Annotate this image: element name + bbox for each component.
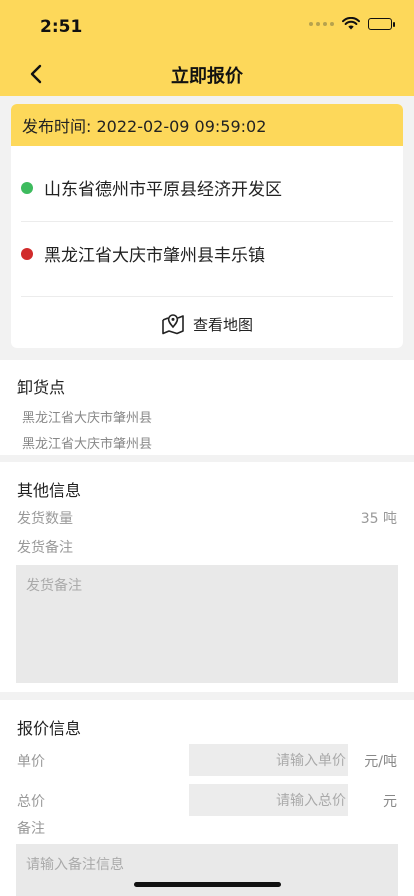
shipping-remark-textarea[interactable]: 发货备注 [16, 565, 398, 683]
quote-remark-textarea[interactable]: 请输入备注信息 [16, 844, 398, 896]
total-price-input[interactable]: 请输入总价 [189, 784, 348, 816]
quote-title: 报价信息 [17, 719, 82, 738]
unload-address: 黑龙江省大庆市肇州县 [22, 411, 153, 426]
unload-address: 黑龙江省大庆市肇州县 [22, 437, 153, 452]
destination-dot-icon [21, 247, 33, 260]
origin-address: 山东省德州市平原县经济开发区 [44, 180, 282, 200]
destination-address: 黑龙江省大庆市肇州县丰乐镇 [44, 246, 265, 266]
publish-time: 发布时间: 2022-02-09 09:59:02 [11, 104, 403, 146]
remark-label: 发货备注 [17, 540, 73, 556]
divider [21, 221, 393, 222]
unload-section: 卸货点 黑龙江省大庆市肇州县 黑龙江省大庆市肇州县 [0, 360, 414, 455]
other-info-section: 其他信息 发货数量 35 吨 发货备注 发货备注 [0, 462, 414, 692]
battery-icon [368, 17, 395, 30]
route-card: 发布时间: 2022-02-09 09:59:02 山东省德州市平原县经济开发区… [11, 104, 403, 348]
unit-price-unit: 元/吨 [364, 754, 397, 770]
unit-price-input[interactable]: 请输入单价 [189, 744, 348, 776]
quote-section: 报价信息 单价 请输入单价 元/吨 总价 请输入总价 元 备注 请输入备注信息 [0, 700, 414, 896]
view-map-label: 查看地图 [192, 315, 253, 334]
view-map-button[interactable]: 查看地图 [11, 304, 403, 344]
origin-dot-icon [21, 181, 33, 194]
quantity-label: 发货数量 [17, 511, 73, 527]
divider [21, 296, 393, 297]
signal-icon [309, 21, 334, 26]
destination-row: 黑龙江省大庆市肇州县丰乐镇 [21, 241, 265, 266]
total-price-label: 总价 [17, 794, 45, 810]
wifi-icon [342, 17, 360, 30]
status-time: 2:51 [40, 17, 83, 37]
page-title: 立即报价 [171, 66, 243, 87]
quantity-value: 35 吨 [360, 511, 397, 527]
total-price-unit: 元 [383, 794, 397, 810]
quote-remark-label: 备注 [17, 821, 45, 837]
unload-title: 卸货点 [17, 378, 66, 397]
origin-row: 山东省德州市平原县经济开发区 [21, 175, 282, 200]
home-indicator [134, 882, 281, 887]
status-icons [309, 17, 395, 30]
map-pin-icon [162, 314, 184, 335]
unit-price-label: 单价 [17, 754, 45, 770]
other-info-title: 其他信息 [17, 481, 82, 500]
header: 2:51 立即报价 [0, 0, 414, 96]
